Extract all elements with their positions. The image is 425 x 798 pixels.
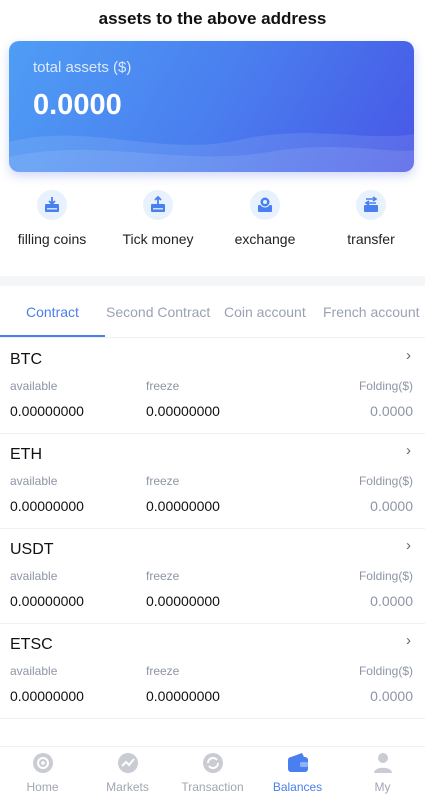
active-tab-indicator xyxy=(0,335,105,337)
folding-value: 0.0000 xyxy=(370,688,413,704)
tab-second-contract[interactable]: Second Contract xyxy=(106,304,210,320)
account-tabs: Contract Second Contract Coin account Fr… xyxy=(0,286,425,338)
chevron-right-icon: › xyxy=(406,347,411,364)
folding-value: 0.0000 xyxy=(370,498,413,514)
freeze-header: freeze xyxy=(146,474,180,488)
nav-home[interactable]: Home xyxy=(0,752,85,794)
chevron-right-icon: › xyxy=(406,537,411,554)
transaction-icon xyxy=(202,752,224,774)
coin-name: ETSC xyxy=(10,636,53,653)
nav-balances[interactable]: Balances xyxy=(255,752,340,794)
total-assets-card: total assets ($) 0.0000 xyxy=(9,41,414,172)
exchange-button[interactable]: exchange xyxy=(213,190,317,247)
nav-markets[interactable]: Markets xyxy=(85,752,170,794)
chevron-right-icon: › xyxy=(406,442,411,459)
coin-name: ETH xyxy=(10,446,42,463)
nav-transaction-label: Transaction xyxy=(181,780,244,794)
nav-balances-label: Balances xyxy=(272,780,323,794)
available-value: 0.00000000 xyxy=(10,403,84,419)
coin-row-etsc[interactable]: ETSC › available freeze Folding($) 0.000… xyxy=(0,624,425,719)
tick-money-button[interactable]: Tick money xyxy=(106,190,210,247)
filling-coins-label: filling coins xyxy=(17,231,87,247)
transfer-label: transfer xyxy=(347,231,395,247)
transfer-icon xyxy=(356,190,386,220)
available-header: available xyxy=(10,379,58,393)
folding-header: Folding($) xyxy=(358,474,413,488)
total-assets-label: total assets ($) xyxy=(33,59,132,76)
freeze-header: freeze xyxy=(146,379,180,393)
total-assets-value: 0.0000 xyxy=(33,89,122,121)
chevron-right-icon: › xyxy=(406,632,411,649)
freeze-value: 0.00000000 xyxy=(146,593,220,609)
folding-value: 0.0000 xyxy=(370,593,413,609)
exchange-icon xyxy=(250,190,280,220)
filling-coins-button[interactable]: filling coins xyxy=(0,190,104,247)
available-value: 0.00000000 xyxy=(10,688,84,704)
folding-header: Folding($) xyxy=(358,569,413,583)
tab-french-account[interactable]: French account xyxy=(323,304,420,320)
available-value: 0.00000000 xyxy=(10,498,84,514)
available-header: available xyxy=(10,569,58,583)
nav-home-label: Home xyxy=(26,780,59,794)
transfer-button[interactable]: transfer xyxy=(319,190,423,247)
page-title: assets to the above address xyxy=(98,9,327,28)
freeze-value: 0.00000000 xyxy=(146,403,220,419)
exchange-label: exchange xyxy=(234,231,296,247)
freeze-header: freeze xyxy=(146,664,180,678)
folding-value: 0.0000 xyxy=(370,403,413,419)
coin-row-btc[interactable]: BTC › available freeze Folding($) 0.0000… xyxy=(0,339,425,434)
home-icon xyxy=(32,752,54,774)
available-value: 0.00000000 xyxy=(10,593,84,609)
markets-icon xyxy=(117,752,139,774)
deposit-icon xyxy=(37,190,67,220)
nav-my[interactable]: My xyxy=(340,752,425,794)
available-header: available xyxy=(10,474,58,488)
coin-row-eth[interactable]: ETH › available freeze Folding($) 0.0000… xyxy=(0,434,425,529)
tick-money-label: Tick money xyxy=(122,231,194,247)
coin-row-usdt[interactable]: USDT › available freeze Folding($) 0.000… xyxy=(0,529,425,624)
nav-my-label: My xyxy=(374,780,391,794)
nav-markets-label: Markets xyxy=(106,780,149,794)
quick-actions: filling coins Tick money exchange transf… xyxy=(0,190,425,250)
coin-name: BTC xyxy=(10,351,42,368)
withdraw-icon xyxy=(143,190,173,220)
tab-contract[interactable]: Contract xyxy=(26,304,79,320)
folding-header: Folding($) xyxy=(358,379,413,393)
tab-coin-account[interactable]: Coin account xyxy=(224,304,306,320)
nav-transaction[interactable]: Transaction xyxy=(170,752,255,794)
coin-name: USDT xyxy=(10,541,54,558)
folding-header: Folding($) xyxy=(358,664,413,678)
user-icon xyxy=(372,752,394,774)
freeze-value: 0.00000000 xyxy=(146,688,220,704)
section-divider xyxy=(0,276,425,286)
bottom-navigation: Home Markets Transaction Balances My xyxy=(0,746,425,798)
freeze-header: freeze xyxy=(146,569,180,583)
coin-list: BTC › available freeze Folding($) 0.0000… xyxy=(0,339,425,719)
freeze-value: 0.00000000 xyxy=(146,498,220,514)
wallet-icon xyxy=(287,752,309,774)
available-header: available xyxy=(10,664,58,678)
